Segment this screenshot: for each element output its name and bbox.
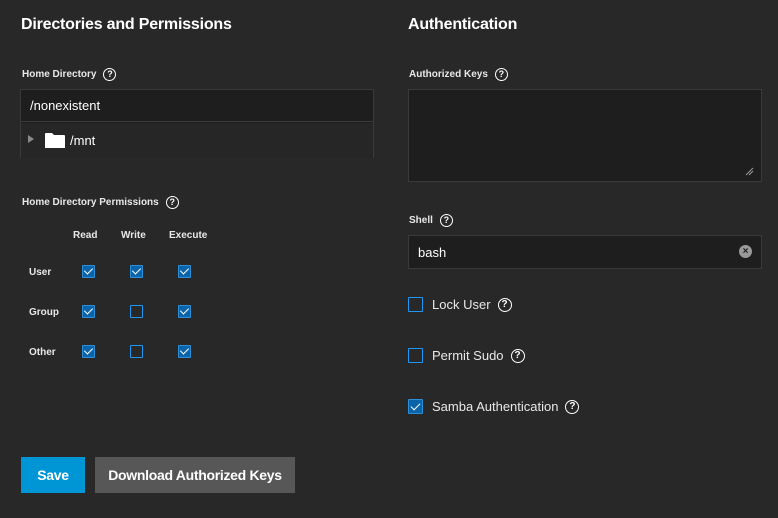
permission-checkbox-group-execute[interactable] xyxy=(178,305,191,318)
lock-user-label-row: Lock User ? xyxy=(432,297,512,312)
authorized-keys-textarea[interactable] xyxy=(408,89,762,182)
clear-icon[interactable]: × xyxy=(739,245,752,258)
permission-checkbox-group-write[interactable] xyxy=(130,305,143,318)
authorized-keys-label: Authorized Keys xyxy=(409,69,488,80)
permission-checkbox-group-read[interactable] xyxy=(82,305,95,318)
permission-checkbox-user-read[interactable] xyxy=(82,265,95,278)
permission-checkbox-other-read[interactable] xyxy=(82,345,95,358)
help-icon[interactable]: ? xyxy=(565,399,580,414)
shell-label-row: Shell ? xyxy=(409,214,453,227)
permissions-label: Home Directory Permissions xyxy=(22,197,159,208)
save-button[interactable]: Save xyxy=(21,457,85,493)
samba-authentication-label: Samba Authentication xyxy=(432,399,559,414)
permission-checkbox-other-write[interactable] xyxy=(130,345,143,358)
permit-sudo-label-row: Permit Sudo ? xyxy=(432,348,525,363)
column-header-write: Write xyxy=(121,230,146,241)
help-icon[interactable]: ? xyxy=(497,297,512,312)
lock-user-label: Lock User xyxy=(432,297,491,312)
permissions-label-row: Home Directory Permissions ? xyxy=(22,196,179,209)
column-header-execute: Execute xyxy=(169,230,208,241)
permission-checkbox-user-write[interactable] xyxy=(130,265,143,278)
home-directory-explorer: /nonexistent /mnt xyxy=(20,89,374,158)
lock-user-checkbox[interactable] xyxy=(408,297,423,312)
help-icon[interactable]: ? xyxy=(494,68,508,81)
section-title-directories: Directories and Permissions xyxy=(21,16,232,33)
authorized-keys-label-row: Authorized Keys ? xyxy=(409,68,508,81)
row-label-group: Group xyxy=(29,307,59,318)
help-icon[interactable]: ? xyxy=(103,68,117,81)
expand-arrow-icon[interactable] xyxy=(28,135,34,143)
samba-authentication-checkbox[interactable] xyxy=(408,399,423,414)
row-label-user: User xyxy=(29,267,52,278)
shell-label: Shell xyxy=(409,215,433,226)
shell-value: bash xyxy=(418,245,447,260)
permission-checkbox-other-execute[interactable] xyxy=(178,345,191,358)
help-icon[interactable]: ? xyxy=(439,214,453,227)
tree-node-label: /mnt xyxy=(70,133,96,148)
folder-icon xyxy=(45,133,65,148)
tree-node-mnt[interactable]: /mnt xyxy=(21,123,373,158)
home-directory-label-row: Home Directory ? xyxy=(22,68,117,81)
column-header-read: Read xyxy=(73,230,98,241)
section-title-authentication: Authentication xyxy=(408,16,518,33)
download-authorized-keys-button[interactable]: Download Authorized Keys xyxy=(95,457,295,493)
permission-checkbox-user-execute[interactable] xyxy=(178,265,191,278)
samba-authentication-label-row: Samba Authentication ? xyxy=(432,399,580,414)
row-label-other: Other xyxy=(29,347,56,358)
home-directory-label: Home Directory xyxy=(22,69,97,80)
resize-handle-icon[interactable] xyxy=(744,166,754,176)
home-directory-input[interactable]: /nonexistent xyxy=(21,90,373,122)
help-icon[interactable]: ? xyxy=(165,196,179,209)
permit-sudo-label: Permit Sudo xyxy=(432,348,504,363)
permit-sudo-checkbox[interactable] xyxy=(408,348,423,363)
shell-select[interactable]: bash × xyxy=(408,235,762,269)
help-icon[interactable]: ? xyxy=(510,348,525,363)
